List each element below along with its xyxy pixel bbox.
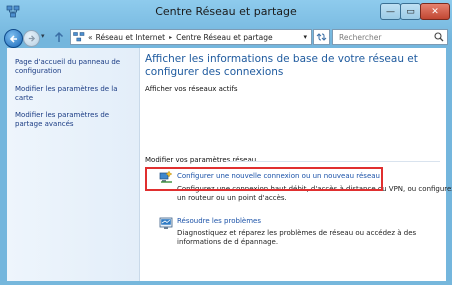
title-bar[interactable]: Centre Réseau et partage — ▭ ✕ (0, 0, 452, 28)
main-content: Afficher les informations de base de vot… (140, 48, 452, 281)
close-button[interactable]: ✕ (420, 3, 450, 20)
troubleshoot-description: Diagnostiquez et réparez les problèmes d… (177, 229, 417, 246)
search-icon[interactable] (434, 32, 444, 42)
network-settings-heading: Modifier vos paramètres réseau (145, 156, 257, 164)
breadcrumb-separator-icon[interactable]: ▸ (169, 34, 172, 41)
breadcrumb-item[interactable]: Centre Réseau et partage (176, 33, 273, 42)
window-bottom-border (0, 281, 452, 285)
address-dropdown-icon[interactable]: ▾ (303, 33, 307, 41)
window: Centre Réseau et partage — ▭ ✕ ▾ « Résea… (0, 0, 452, 285)
minimize-button[interactable]: — (380, 3, 401, 20)
sidebar-item-control-panel-home[interactable]: Page d'accueil du panneau de configurati… (15, 58, 137, 76)
sidebar-item-adapter-settings[interactable]: Modifier les paramètres de la carte (15, 85, 137, 103)
recent-pages-dropdown[interactable]: ▾ (41, 32, 45, 40)
active-networks-heading: Afficher vos réseaux actifs (145, 85, 238, 93)
troubleshoot-link[interactable]: Résoudre les problèmes (177, 217, 261, 225)
section-divider (226, 161, 440, 162)
breadcrumb-item[interactable]: Réseau et Internet (96, 33, 165, 42)
network-location-icon (73, 32, 85, 42)
sidebar-item-advanced-sharing[interactable]: Modifier les paramètres de partage avanc… (15, 111, 137, 129)
search-placeholder: Rechercher (339, 32, 382, 42)
troubleshoot-icon[interactable] (159, 216, 173, 230)
refresh-icon (316, 33, 327, 41)
arrow-right-icon (28, 35, 36, 42)
arrow-left-icon (9, 34, 17, 43)
navigation-bar: ▾ « Réseau et Internet ▸ Centre Réseau e… (0, 28, 452, 48)
sidebar: Page d'accueil du panneau de configurati… (7, 48, 140, 281)
search-input[interactable]: Rechercher (332, 29, 448, 45)
maximize-button[interactable]: ▭ (400, 3, 421, 20)
highlight-box (145, 167, 383, 191)
refresh-button[interactable] (313, 29, 330, 45)
back-button[interactable] (4, 29, 23, 48)
page-title: Afficher les informations de base de vot… (145, 53, 418, 78)
up-arrow-icon[interactable] (52, 30, 66, 44)
address-bar[interactable]: « Réseau et Internet ▸ Centre Réseau et … (70, 29, 312, 45)
forward-button[interactable] (23, 30, 40, 47)
address-overflow[interactable]: « (88, 33, 93, 42)
